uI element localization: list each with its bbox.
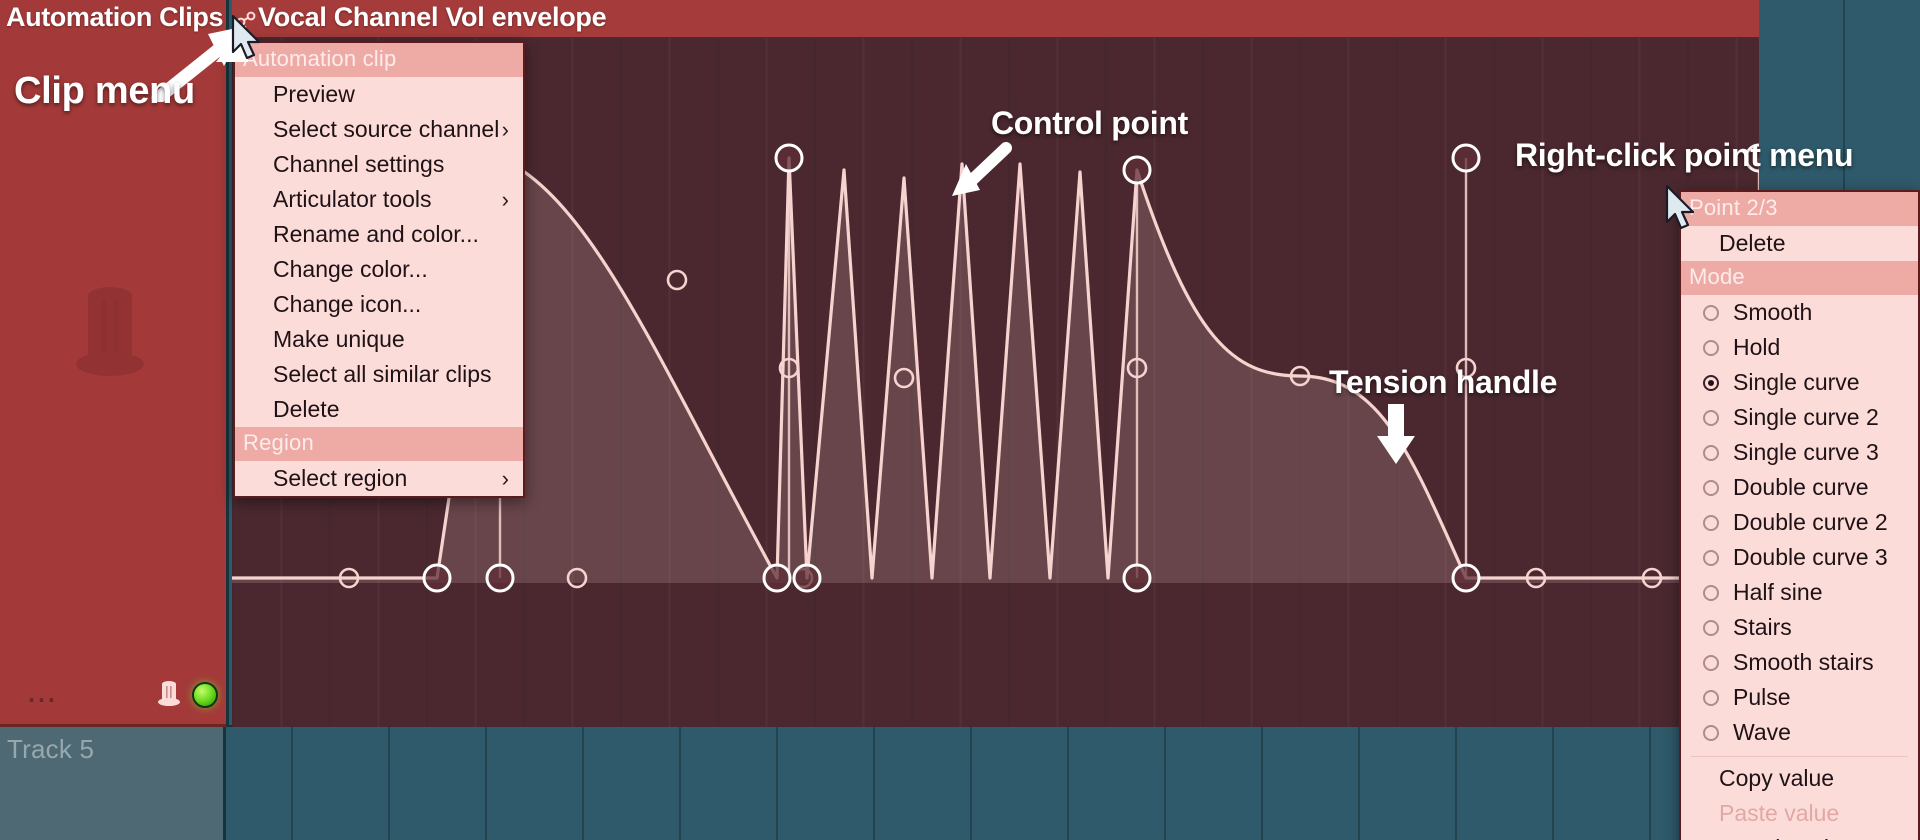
radio-icon [1703,304,1719,321]
radio-icon [1703,654,1719,671]
point-menu-mode-label: Double curve 3 [1733,544,1888,570]
annotation-arrow-tension-handle [1377,404,1415,464]
clip-menu-item-label: Delete [273,396,340,422]
clip-menu-item-label: Articulator tools [273,186,432,212]
point-menu-separator [1691,756,1908,757]
clip-title-bar[interactable]: Vocal Channel Vol envelope [232,0,1759,38]
annotation-clip-menu: Clip menu [14,70,195,112]
radio-icon [1703,584,1719,601]
point-menu-mode-label: Pulse [1733,684,1791,710]
radio-icon [1703,689,1719,706]
clip-menu-section-header: Automation clip [235,43,523,77]
point-menu-mode-half-sine[interactable]: Half sine [1681,575,1918,610]
annotation-right-click-point-menu: Right-click point menu [1515,137,1854,173]
clip-menu-item-select-region[interactable]: Select region › [235,461,523,496]
clip-menu-item-delete[interactable]: Delete [235,392,523,427]
point-menu-mode-label: Smooth [1733,299,1813,325]
radio-icon [1703,724,1719,741]
radio-icon [1703,409,1719,426]
clip-menu-item-articulator-tools[interactable]: Articulator tools › [235,182,523,217]
clip-menu-item-label: Channel settings [273,151,445,177]
point-menu-item-paste-value: Paste value [1681,796,1918,831]
point-context-menu[interactable]: Point 2/3 Delete Mode Smooth Hold Single… [1679,190,1920,840]
point-menu-mode-single-curve[interactable]: Single curve [1681,365,1918,400]
chevron-right-icon: › [501,116,509,142]
clip-menu-item-label: Select source channel [273,116,500,142]
point-menu-mode-smooth[interactable]: Smooth [1681,295,1918,330]
annotation-control-point: Control point [991,105,1188,141]
point-menu-mode-double-curve-3[interactable]: Double curve 3 [1681,540,1918,575]
chevron-right-icon: › [501,186,509,212]
point-menu-mode-pulse[interactable]: Pulse [1681,680,1918,715]
point-menu-mode-label: Hold [1733,334,1781,360]
point-menu-item-type-in-value[interactable]: Type in value... [1681,831,1918,840]
led-indicator-icon[interactable] [192,682,218,708]
point-menu-mode-label: Wave [1733,719,1791,745]
point-menu-mode-label: Single curve 3 [1733,439,1879,465]
clip-menu-item-channel-settings[interactable]: Channel settings [235,147,523,182]
clip-menu-item-change-icon[interactable]: Change icon... [235,287,523,322]
point-menu-mode-smooth-stairs[interactable]: Smooth stairs [1681,645,1918,680]
clip-menu-item-label: Preview [273,81,355,107]
clip-menu-section-region: Region [235,427,523,461]
point-menu-item-label: Type in value... [1719,835,1874,840]
clip-menu-item-change-color[interactable]: Change color... [235,252,523,287]
radio-icon [1703,514,1719,531]
point-menu-item-delete[interactable]: Delete [1681,226,1918,261]
point-menu-mode-label: Single curve 2 [1733,404,1879,430]
point-menu-mode-wave[interactable]: Wave [1681,715,1918,750]
clip-menu-item-label: Rename and color... [273,221,479,247]
clip-menu-item-rename-and-color[interactable]: Rename and color... [235,217,523,252]
clip-title: Vocal Channel Vol envelope [258,2,607,32]
point-menu-mode-double-curve-2[interactable]: Double curve 2 [1681,505,1918,540]
radio-icon [1703,444,1719,461]
clip-menu-item-label: Select all similar clips [273,361,492,387]
track-5-header[interactable]: Track 5 [0,727,226,840]
point-menu-header: Point 2/3 [1681,192,1918,226]
clip-menu-item-label: Select region [273,465,408,491]
point-menu-mode-double-curve[interactable]: Double curve [1681,470,1918,505]
app-root: Automation Clips ... Track 5 Vocal Chann… [0,0,1920,840]
mini-knob-icon[interactable] [155,679,183,709]
point-menu-mode-label: Stairs [1733,614,1792,640]
chevron-right-icon: › [501,465,509,491]
point-menu-mode-label: Half sine [1733,579,1823,605]
radio-icon [1703,339,1719,356]
clip-menu-item-make-unique[interactable]: Make unique [235,322,523,357]
radio-icon [1703,479,1719,496]
radio-icon [1703,549,1719,566]
point-menu-mode-hold[interactable]: Hold [1681,330,1918,365]
clip-menu-item-select-all-similar-clips[interactable]: Select all similar clips [235,357,523,392]
point-menu-item-label: Copy value [1719,765,1835,791]
clip-menu-item-preview[interactable]: Preview [235,77,523,112]
track-options-dots[interactable]: ... [28,682,58,707]
mouse-cursor-clip-menu [231,14,261,60]
clip-menu-item-select-source-channel[interactable]: Select source channel › [235,112,523,147]
clip-menu-item-label: Change color... [273,256,428,282]
point-menu-mode-single-curve-2[interactable]: Single curve 2 [1681,400,1918,435]
point-menu-mode-label: Single curve [1733,369,1860,395]
track-5-label: Track 5 [7,734,95,764]
point-menu-section-mode: Mode [1681,261,1918,295]
radio-icon [1703,619,1719,636]
clip-menu-item-label: Change icon... [273,291,422,317]
radio-selected-icon [1703,374,1719,391]
point-menu-item-label: Delete [1719,230,1786,256]
annotation-arrow-control-point [952,142,1012,196]
point-menu-mode-stairs[interactable]: Stairs [1681,610,1918,645]
point-menu-mode-label: Double curve [1733,474,1869,500]
point-menu-mode-label: Double curve 2 [1733,509,1888,535]
automation-clip-context-menu[interactable]: Automation clip Preview Select source ch… [233,41,525,498]
annotation-tension-handle: Tension handle [1329,364,1558,400]
point-menu-item-label: Paste value [1719,800,1840,826]
point-menu-mode-single-curve-3[interactable]: Single curve 3 [1681,435,1918,470]
clip-menu-item-label: Make unique [273,326,405,352]
point-menu-mode-label: Smooth stairs [1733,649,1874,675]
mouse-cursor-point-menu [1665,184,1695,230]
knob-icon [76,287,144,376]
point-menu-item-copy-value[interactable]: Copy value [1681,761,1918,796]
